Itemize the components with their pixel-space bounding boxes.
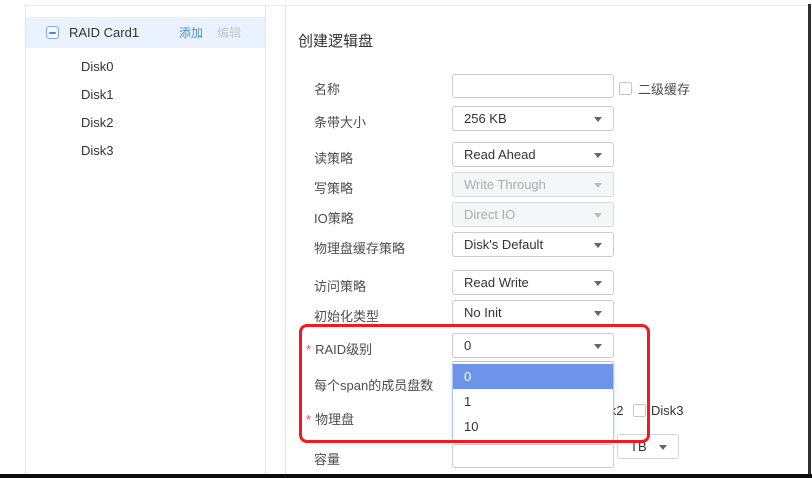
capacity-row: 容量 [286, 444, 808, 468]
name-input[interactable] [452, 74, 614, 98]
add-link[interactable]: 添加 [179, 24, 203, 41]
tree-node-disk1[interactable]: Disk1 [26, 81, 265, 109]
tree-node-disk0[interactable]: Disk0 [26, 53, 265, 81]
chevron-down-icon [659, 445, 667, 450]
raid-level-select[interactable]: 0 [452, 333, 614, 358]
io-policy-row: IO策略 Direct IO [286, 202, 808, 227]
write-policy-row: 写策略 Write Through [286, 172, 808, 197]
disk-cache-policy-select[interactable]: Disk's Default [452, 232, 614, 257]
secondary-cache-option: 二级缓存 [619, 79, 690, 98]
read-policy-row: 读策略 Read Ahead [286, 142, 808, 167]
secondary-cache-checkbox[interactable] [619, 82, 632, 95]
stripe-size-label: 条带大小 [314, 112, 366, 131]
init-type-label: 初始化类型 [314, 306, 379, 325]
disk-cache-policy-label: 物理盘缓存策略 [314, 238, 405, 257]
stripe-size-row: 条带大小 256 KB [286, 106, 808, 131]
device-tree-sidebar: RAID Card1 添加 编辑 Disk0 Disk1 Disk2 Disk3 [25, 6, 266, 474]
raid-level-option-1[interactable]: 1 [453, 389, 613, 414]
physical-disk-option-disk3: Disk3 [633, 403, 693, 418]
access-policy-row: 访问策略 Read Write [286, 270, 808, 295]
capacity-label: 容量 [314, 449, 340, 468]
chevron-down-icon [594, 117, 602, 122]
io-policy-label: IO策略 [314, 208, 354, 227]
init-type-row: 初始化类型 No Init [286, 300, 808, 325]
create-logical-disk-form: 创建逻辑盘 名称 二级缓存 条带大小 256 KB 读策略 Read Ahead [285, 6, 808, 474]
raid-level-option-0[interactable]: 0 [453, 364, 613, 389]
edit-link[interactable]: 编辑 [217, 24, 241, 41]
tree-node-disk2[interactable]: Disk2 [26, 109, 265, 137]
chevron-down-icon [594, 153, 602, 158]
disk3-checkbox[interactable] [633, 404, 646, 417]
name-label: 名称 [314, 79, 340, 98]
io-policy-select: Direct IO [452, 202, 614, 227]
chevron-down-icon [594, 183, 602, 188]
chevron-down-icon [594, 344, 602, 349]
write-policy-select: Write Through [452, 172, 614, 197]
chevron-down-icon [594, 281, 602, 286]
write-policy-label: 写策略 [314, 178, 353, 197]
required-marker: * [306, 342, 311, 357]
required-marker: * [306, 412, 311, 427]
raid-level-option-10[interactable]: 10 [453, 414, 613, 439]
raid-config-screen: RAID Card1 添加 编辑 Disk0 Disk1 Disk2 Disk3… [0, 0, 812, 479]
disk-cache-policy-row: 物理盘缓存策略 Disk's Default [286, 232, 808, 257]
capacity-input[interactable] [452, 444, 614, 468]
access-policy-label: 访问策略 [314, 276, 366, 295]
capacity-unit-select[interactable]: TB [617, 434, 679, 459]
tree-node-disk3[interactable]: Disk3 [26, 137, 265, 165]
access-policy-select[interactable]: Read Write [452, 270, 614, 295]
chevron-down-icon [594, 311, 602, 316]
read-policy-label: 读策略 [314, 148, 353, 167]
raid-level-dropdown-panel: 0 1 10 [452, 361, 614, 441]
read-policy-select[interactable]: Read Ahead [452, 142, 614, 167]
disk-list: Disk0 Disk1 Disk2 Disk3 [26, 53, 265, 165]
collapse-icon[interactable] [46, 26, 59, 39]
name-row: 名称 二级缓存 [286, 74, 808, 98]
init-type-select[interactable]: No Init [452, 300, 614, 325]
span-members-label: 每个span的成员盘数 [314, 375, 433, 394]
stripe-size-select[interactable]: 256 KB [452, 106, 614, 131]
page-title: 创建逻辑盘 [298, 30, 373, 51]
tree-actions: 添加 编辑 [179, 24, 241, 41]
raid-card-label: RAID Card1 [69, 25, 139, 40]
physical-disk-label: *物理盘 [306, 409, 354, 428]
frame-bottom-border [0, 474, 812, 478]
chevron-down-icon [594, 213, 602, 218]
secondary-cache-label: 二级缓存 [638, 79, 690, 98]
raid-level-row: *RAID级别 0 [286, 333, 808, 358]
raid-level-label: *RAID级别 [306, 339, 372, 358]
chevron-down-icon [594, 243, 602, 248]
tree-node-raid-card[interactable]: RAID Card1 添加 编辑 [26, 17, 265, 48]
frame-right-border [808, 4, 811, 475]
